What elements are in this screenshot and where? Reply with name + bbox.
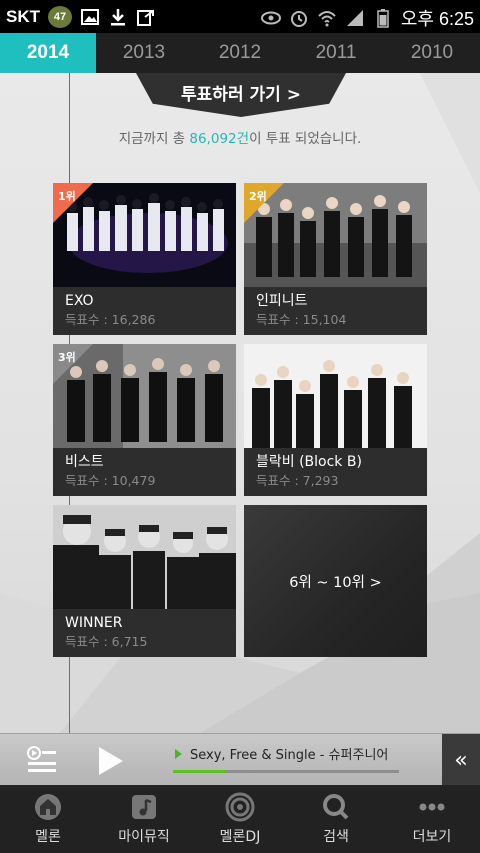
- tab-2014[interactable]: 2014: [0, 33, 96, 73]
- artist-name: 블락비 (Block B): [256, 454, 362, 470]
- vote-count: 득표수 : 10,479: [65, 473, 156, 488]
- nav-more[interactable]: 더보기: [384, 785, 480, 853]
- ranking-grid: 1위 EXO 득표수 : 16,286 2위 인피니트 득표수: 15,104…: [53, 183, 427, 657]
- notification-badge-icon: 47: [48, 6, 72, 28]
- nav-label: 멜론DJ: [219, 829, 261, 845]
- more-icon: [419, 803, 445, 811]
- mini-player: Sexy, Free & Single - 슈퍼주니어 «: [0, 733, 480, 786]
- tab-2011[interactable]: 2011: [288, 33, 384, 73]
- nav-mymusic[interactable]: 마이뮤직: [96, 785, 192, 853]
- battery-icon: [377, 9, 389, 28]
- summary-count: 86,092건: [189, 131, 250, 147]
- ranking-content: 투표하러 가기 > 지금까지 총 86,092건이 투표 되었습니다. 1위 E…: [0, 73, 480, 733]
- bottom-nav: 멜론 마이뮤직 멜론DJ 검색 더보기: [0, 785, 480, 853]
- ranking-card-2[interactable]: 2위 인피니트 득표수 : 15,104: [244, 183, 427, 335]
- card-info: 인피니트 득표수 : 15,104: [244, 287, 427, 335]
- gallery-icon: [81, 9, 99, 25]
- artist-photo: 1위: [53, 183, 236, 287]
- alarm-icon: [290, 11, 307, 27]
- rank-label: 1위: [58, 190, 76, 203]
- ranking-card-4[interactable]: 블락비 (Block B) 득표수 : 7,293: [244, 344, 427, 496]
- collapse-player-button[interactable]: «: [442, 734, 480, 786]
- vote-count: 득표수 : 15,104: [256, 312, 347, 327]
- card-info: 블락비 (Block B) 득표수 : 7,293: [244, 448, 427, 496]
- rank-label: 3위: [58, 351, 76, 364]
- artist-photo: [244, 344, 427, 448]
- tab-2012[interactable]: 2012: [192, 33, 288, 73]
- nav-label: 마이뮤직: [118, 829, 170, 845]
- rank-label: 2위: [249, 190, 267, 203]
- download-icon: [111, 9, 125, 26]
- status-right: 오후 6:25: [260, 5, 474, 31]
- nav-label: 더보기: [412, 829, 452, 845]
- nav-label: 검색: [323, 829, 349, 845]
- vote-count: 득표수 : 7,293: [256, 473, 339, 488]
- now-playing-icon: [175, 749, 182, 759]
- artist-name: 인피니트: [256, 293, 308, 309]
- music-note-icon: [132, 795, 156, 819]
- artist-photo: [53, 505, 236, 609]
- playlist-icon[interactable]: [26, 745, 58, 775]
- nav-search[interactable]: 검색: [288, 785, 384, 853]
- artist-name: EXO: [65, 293, 94, 309]
- vote-count: 득표수 : 16,286: [65, 312, 156, 327]
- track-title[interactable]: Sexy, Free & Single - 슈퍼주니어: [190, 744, 388, 763]
- headphones-icon: [225, 792, 255, 822]
- tab-2010[interactable]: 2010: [384, 33, 480, 73]
- ranking-card-5[interactable]: WINNER 득표수 : 6,715: [53, 505, 236, 657]
- card-info: WINNER 득표수 : 6,715: [53, 609, 236, 657]
- clock: 오후 6:25: [400, 9, 474, 29]
- artist-name: WINNER: [65, 615, 123, 631]
- progress-fill: [173, 770, 225, 773]
- share-icon: [137, 10, 154, 26]
- artist-photo: 3위: [53, 344, 236, 448]
- card-info: 비스트 득표수 : 10,479: [53, 448, 236, 496]
- signal-icon: [346, 10, 363, 26]
- year-tabs: 2014 2013 2012 2011 2010: [0, 33, 480, 73]
- go-vote-button[interactable]: 투표하러 가기 >: [148, 77, 334, 107]
- nav-melondj[interactable]: 멜론DJ: [192, 785, 288, 853]
- tab-2013[interactable]: 2013: [96, 33, 192, 73]
- play-button[interactable]: [99, 747, 123, 775]
- carrier-label: SKT: [6, 7, 40, 26]
- summary-prefix: 지금까지 총: [118, 131, 190, 147]
- nav-label: 멜론: [35, 829, 61, 845]
- home-icon: [35, 794, 61, 820]
- artist-photo: 2위: [244, 183, 427, 287]
- eye-icon: [260, 11, 281, 25]
- status-left: SKT 47: [6, 6, 156, 28]
- ranking-card-1[interactable]: 1위 EXO 득표수 : 16,286: [53, 183, 236, 335]
- progress-bar[interactable]: [173, 770, 399, 773]
- nav-melon[interactable]: 멜론: [0, 785, 96, 853]
- vote-summary: 지금까지 총 86,092건이 투표 되었습니다.: [0, 127, 480, 147]
- vote-count: 득표수 : 6,715: [65, 634, 148, 649]
- status-bar: SKT 47 오후 6:25: [0, 0, 480, 33]
- summary-suffix: 이 투표 되었습니다.: [249, 131, 362, 147]
- search-icon: [323, 794, 349, 820]
- ranking-card-3[interactable]: 3위 비스트 득표수 : 10,479: [53, 344, 236, 496]
- artist-name: 비스트: [65, 454, 104, 470]
- more-rankings-button[interactable]: 6위 ~ 10위 >: [244, 505, 427, 657]
- wifi-icon: [318, 11, 336, 27]
- card-info: EXO 득표수 : 16,286: [53, 287, 236, 335]
